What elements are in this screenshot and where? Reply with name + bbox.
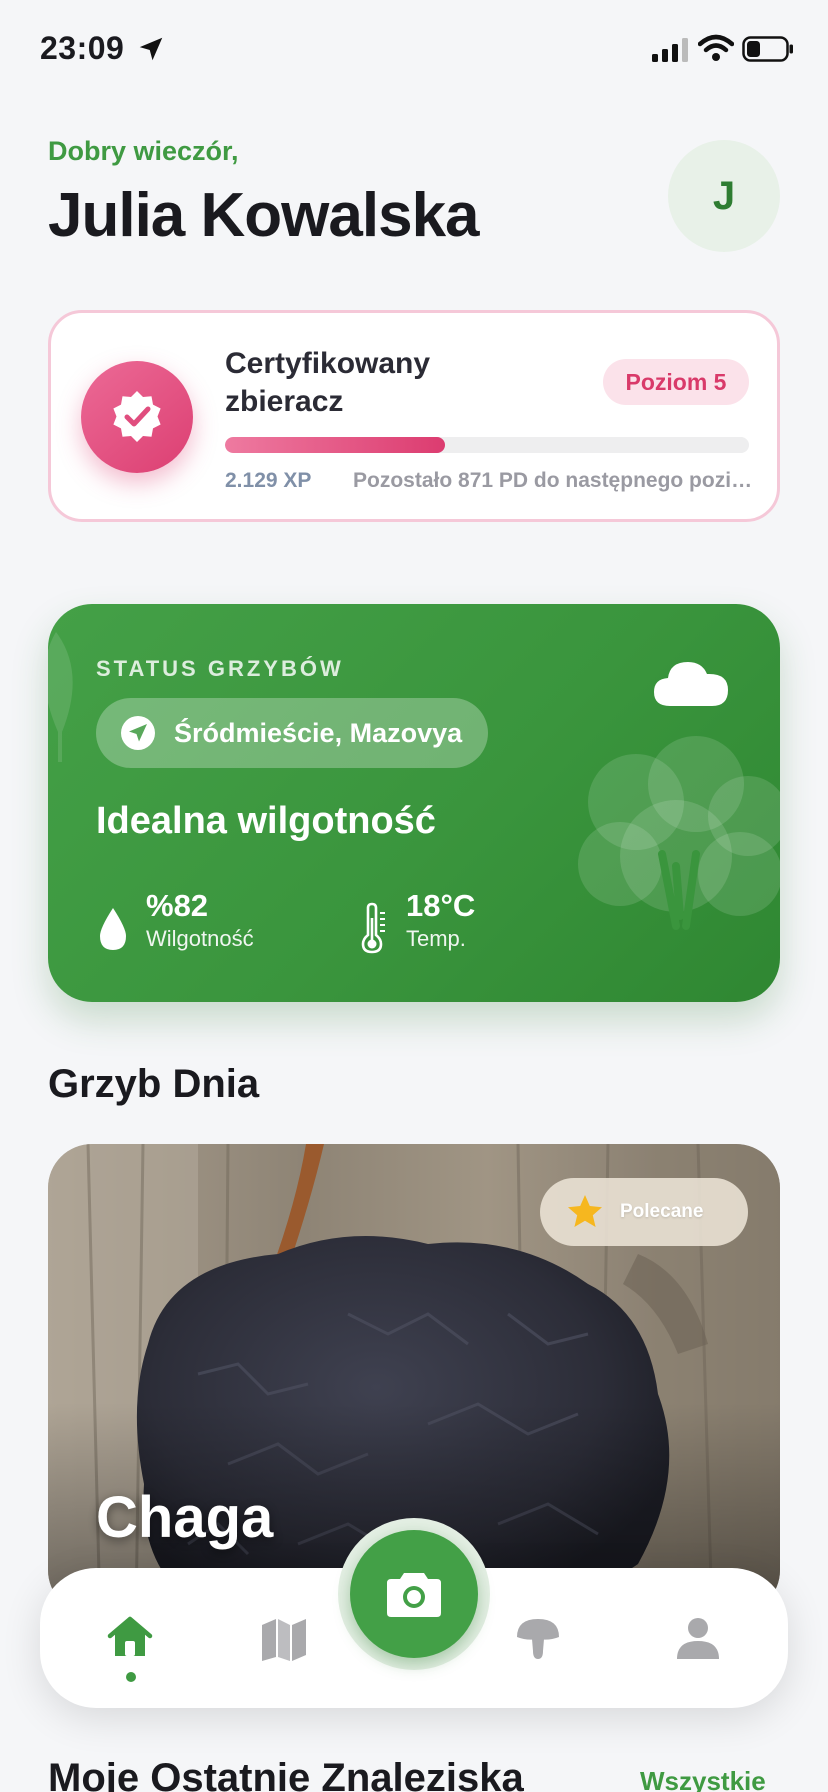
navigation-icon: [121, 716, 155, 750]
user-name: Julia Kowalska: [48, 181, 480, 250]
recommended-text: Polecane: [620, 1201, 704, 1222]
humidity-label: Wilgotność: [146, 926, 254, 951]
location-text: Śródmieście, Mazovya: [174, 717, 463, 748]
humidity-value: %82: [146, 888, 209, 923]
cloud-icon: [654, 662, 728, 706]
humidity-metric: %82 Wilgotność: [96, 888, 254, 958]
temperature-value: 18°C: [406, 888, 476, 923]
profile-icon: [677, 1618, 719, 1659]
avatar[interactable]: J: [668, 140, 780, 252]
camera-icon: [387, 1573, 441, 1617]
level-title: Certyfikowany zbieracz: [225, 347, 431, 418]
recent-finds-title: Moje Ostatnie Znaleziska: [48, 1756, 524, 1792]
water-drop-icon: [100, 908, 126, 950]
recommended-badge: Polecane: [540, 1178, 748, 1246]
xp-progress-fill: [225, 437, 446, 453]
mushroom-status-card[interactable]: STATUS GRZYBÓW Śródmieście, Mazovya Idea…: [48, 604, 780, 1002]
xp-remaining: Pozostało 871 PD do następnego poziomu: [353, 469, 753, 492]
camera-button-ring: [338, 1518, 490, 1670]
nav-mushrooms[interactable]: [488, 1568, 588, 1708]
temperature-metric: 18°C Temp.: [356, 888, 475, 958]
nav-map[interactable]: [234, 1568, 334, 1708]
status-bar: 23:09: [0, 0, 828, 100]
location-arrow-icon: [139, 37, 163, 61]
verified-check-icon: [113, 391, 161, 442]
mushroom-icon: [517, 1619, 559, 1659]
status-time: 23:09: [40, 30, 125, 66]
cellular-signal-icon: [652, 38, 688, 62]
nav-profile[interactable]: [648, 1568, 748, 1708]
temperature-label: Temp.: [406, 926, 466, 951]
location-pill[interactable]: Śródmieście, Mazovya: [96, 698, 489, 768]
see-all-link[interactable]: Wszystkie: [640, 1766, 766, 1792]
star-icon: [568, 1195, 602, 1227]
tree-decoration: [578, 736, 780, 930]
map-icon: [262, 1619, 306, 1661]
condition-text: Idealna wilgotność: [96, 800, 436, 842]
level-badge-circle: [81, 361, 193, 473]
camera-button[interactable]: [350, 1530, 478, 1658]
status-label: STATUS GRZYBÓW: [96, 656, 344, 681]
greeting: Dobry wieczór,: [48, 136, 239, 166]
thermometer-icon: [361, 902, 385, 954]
level-pill: Poziom 5: [603, 359, 749, 405]
level-card[interactable]: Certyfikowany zbieracz Poziom 5 2.129 XP…: [48, 310, 780, 522]
xp-value: 2.129 XP: [225, 469, 312, 492]
leaf-decoration: [48, 632, 73, 762]
active-indicator: [126, 1672, 136, 1682]
mushroom-name: Chaga: [96, 1485, 274, 1550]
home-icon: [107, 1616, 153, 1656]
nav-home[interactable]: [80, 1568, 180, 1708]
battery-icon: [742, 36, 793, 62]
wifi-icon: [698, 34, 734, 61]
xp-progress-bar: [225, 437, 749, 453]
mushroom-of-day-title: Grzyb Dnia: [48, 1062, 260, 1106]
